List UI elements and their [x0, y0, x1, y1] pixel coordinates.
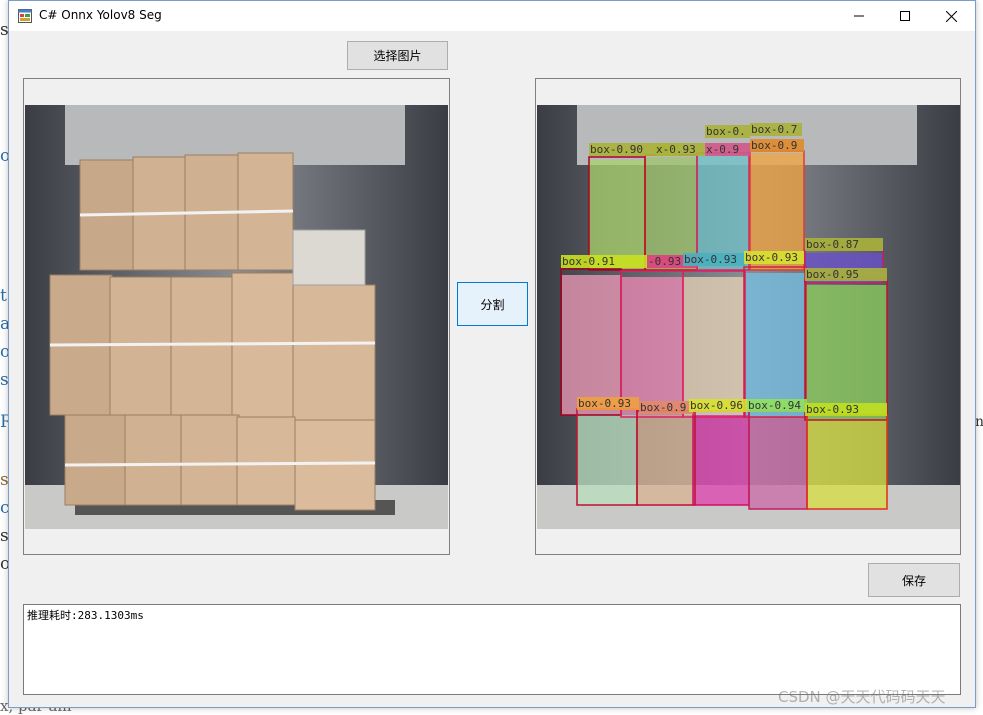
original-image-panel [23, 78, 450, 555]
app-window: C# Onnx Yolov8 Seg 选择图片 分割 box-0.90 x-0.… [8, 0, 976, 708]
original-image [25, 105, 448, 529]
detection-label: x-0.9 [706, 143, 739, 156]
detection-label: box-0.7 [751, 123, 797, 136]
detection-label: box-0.93 [745, 251, 798, 264]
detection-label: -0.93 [648, 255, 681, 268]
detection-label: box-0.96 [690, 399, 743, 412]
bg-letter: ne [975, 414, 983, 430]
title-bar[interactable]: C# Onnx Yolov8 Seg [9, 1, 975, 31]
detection-label: box-0.93 [806, 403, 859, 416]
window-title: C# Onnx Yolov8 Seg [39, 8, 162, 22]
photo-cargo-boxes-icon [25, 105, 448, 529]
segment-button[interactable]: 分割 [457, 282, 528, 326]
close-button[interactable] [928, 1, 974, 31]
segmented-image-panel: box-0.90 x-0.93 x-0.9 box-0. box-0.7 box-0.9 b… [535, 78, 961, 555]
detection-label: box-0.95 [806, 268, 859, 281]
minimize-icon [854, 15, 864, 17]
detection-label: box-0.94 [748, 399, 801, 412]
segmented-image: box-0.90 x-0.93 x-0.9 box-0. box-0.7 box-0.9 b… [537, 105, 960, 529]
detection-label: box-0.91 [562, 255, 615, 268]
save-button[interactable]: 保存 [868, 563, 960, 597]
detection-label: box-0.87 [806, 238, 859, 251]
detection-label: box-0.9 [751, 139, 797, 152]
detection-label: box-0.93 [684, 253, 737, 266]
watermark: CSDN @天天代码码天天 [778, 688, 946, 706]
detection-label: box-0.90 [590, 143, 643, 156]
bg-letter: t [0, 286, 7, 306]
detection-label: box-0. [706, 125, 746, 138]
photo-cargo-boxes-masked-icon: box-0.90 x-0.93 x-0.9 box-0. box-0.7 box-0.9 b… [537, 105, 960, 529]
detection-label: x-0.93 [656, 143, 696, 156]
maximize-icon [900, 11, 910, 21]
log-output[interactable]: 推理耗时:283.1303ms [23, 604, 961, 695]
log-text: 推理耗时:283.1303ms [27, 609, 144, 622]
maximize-button[interactable] [882, 1, 928, 31]
select-image-button[interactable]: 选择图片 [347, 41, 448, 70]
close-icon [945, 10, 957, 22]
detection-label: box-0.9 [640, 401, 686, 414]
detection-label: box-0.93 [578, 397, 631, 410]
minimize-button[interactable] [836, 1, 882, 31]
app-form-icon [18, 9, 32, 23]
